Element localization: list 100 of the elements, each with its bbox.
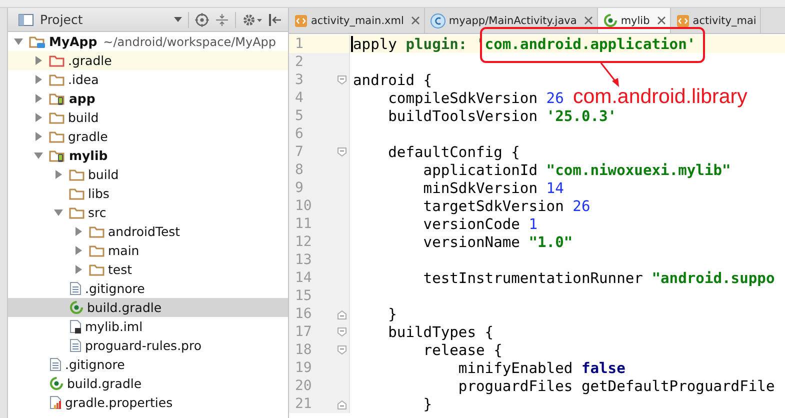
- line-number: 13: [289, 251, 335, 269]
- expand-arrow-icon[interactable]: [34, 94, 42, 103]
- folder-icon: [49, 130, 65, 144]
- folder-icon: [49, 54, 65, 68]
- expand-arrow-icon[interactable]: [34, 113, 42, 122]
- line-number: 21: [289, 395, 335, 413]
- line-number: 20: [289, 377, 335, 395]
- close-icon[interactable]: [584, 16, 593, 25]
- code-line: applicationId "com.niwoxuexi.mylib": [422, 162, 731, 178]
- tree-item[interactable]: build.gradle: [8, 298, 288, 317]
- class-file-icon: [430, 12, 446, 28]
- folder-icon: [69, 206, 85, 220]
- close-icon[interactable]: [656, 16, 666, 25]
- gradle-file-icon: [69, 300, 84, 315]
- tree-item[interactable]: build.gradle: [8, 374, 288, 393]
- line-number: 12: [289, 233, 335, 251]
- code-line: buildToolsVersion '25.0.3': [387, 108, 617, 124]
- line-number: 14: [289, 269, 335, 287]
- dropdown-caret-icon[interactable]: [174, 16, 182, 22]
- locate-icon[interactable]: [195, 12, 209, 26]
- fold-marker-icon[interactable]: [337, 146, 347, 158]
- code-line: defaultConfig {: [387, 144, 520, 160]
- tree-item[interactable]: androidTest: [8, 222, 288, 241]
- tree-item[interactable]: mylib: [8, 146, 288, 165]
- tree-item[interactable]: .gradle: [8, 51, 288, 70]
- settings-icon[interactable]: [242, 12, 262, 26]
- code-line: }: [422, 396, 432, 412]
- item-label: build: [68, 110, 99, 125]
- expand-arrow-icon[interactable]: [54, 170, 62, 179]
- item-label: .gradle: [68, 53, 112, 68]
- tree-item[interactable]: MyApp ~/android/workspace/MyApp: [8, 32, 288, 51]
- tree-item[interactable]: test: [8, 260, 288, 279]
- fold-marker-icon[interactable]: [337, 344, 347, 356]
- code-line: }: [387, 306, 397, 322]
- code-line: testInstrumentationRunner "android.suppo: [422, 270, 775, 286]
- folder-icon: [69, 168, 85, 182]
- expand-arrow-icon[interactable]: [74, 227, 82, 236]
- gradle-file-icon: [602, 13, 618, 28]
- line-number: 8: [289, 161, 335, 179]
- collapse-arrow-icon[interactable]: [34, 151, 42, 160]
- tree-item[interactable]: app: [8, 89, 288, 108]
- collapse-arrow-icon[interactable]: [14, 37, 22, 46]
- collapse-all-icon[interactable]: [215, 12, 229, 26]
- line-number: 2: [289, 53, 335, 71]
- xml-file-icon: [294, 14, 308, 28]
- tree-item[interactable]: .idea: [8, 70, 288, 89]
- gradle-file-icon: [49, 376, 64, 391]
- line-number: 10: [289, 197, 335, 215]
- text-file-icon: [69, 281, 82, 296]
- line-number: 16: [289, 305, 335, 323]
- xml-file-icon: [676, 14, 690, 28]
- tree-item[interactable]: .gitignore: [8, 355, 288, 374]
- fold-end-marker-icon[interactable]: [337, 398, 347, 410]
- item-label: gradle.properties: [65, 395, 173, 410]
- module-folder-icon: [49, 92, 66, 106]
- item-label: gradle: [68, 129, 108, 144]
- item-label: src: [88, 205, 106, 220]
- expand-arrow-icon[interactable]: [74, 265, 82, 274]
- expand-arrow-icon[interactable]: [34, 75, 42, 84]
- hide-panel-icon[interactable]: [268, 12, 282, 26]
- tree-item[interactable]: build: [8, 165, 288, 184]
- tree-item[interactable]: mylib.iml: [8, 317, 288, 336]
- tree-item[interactable]: proguard-rules.pro: [8, 336, 288, 355]
- item-label: main: [108, 243, 140, 258]
- code-line: versionCode 1: [422, 216, 538, 232]
- tree-item[interactable]: build: [8, 108, 288, 127]
- item-label: MyApp: [49, 34, 98, 49]
- expand-arrow-icon[interactable]: [34, 56, 42, 65]
- item-label: androidTest: [108, 224, 180, 239]
- expand-arrow-icon[interactable]: [74, 246, 82, 255]
- folder-icon: [89, 224, 105, 238]
- folder-icon: [49, 72, 65, 86]
- tree-item[interactable]: gradle: [8, 127, 288, 146]
- fold-marker-icon[interactable]: [337, 74, 347, 86]
- project-path: ~/android/workspace/MyApp: [103, 34, 276, 48]
- tree-item[interactable]: gradle.properties: [8, 393, 288, 412]
- panel-title: Project: [40, 12, 83, 27]
- tree-item[interactable]: src: [8, 203, 288, 222]
- folder-icon: [49, 110, 65, 124]
- tree-item[interactable]: libs: [8, 184, 288, 203]
- code-line: targetSdkVersion 26: [422, 198, 590, 214]
- line-number: 18: [289, 341, 335, 359]
- tree-item[interactable]: .gitignore: [8, 279, 288, 298]
- collapse-arrow-icon[interactable]: [54, 208, 62, 217]
- module-file-icon: [69, 319, 82, 334]
- code-line: proguardFiles getDefaultProguardFile: [457, 378, 775, 394]
- project-window-icon: [18, 12, 34, 26]
- item-label: build: [88, 167, 119, 182]
- close-icon[interactable]: [410, 16, 420, 25]
- text-caret: [351, 36, 353, 52]
- fold-marker-icon[interactable]: [337, 326, 347, 338]
- item-label: test: [108, 262, 132, 277]
- editor-tab[interactable]: mylib: [598, 8, 671, 33]
- line-number: 5: [289, 107, 335, 125]
- expand-arrow-icon[interactable]: [34, 132, 42, 141]
- code-line: buildTypes {: [387, 324, 494, 340]
- line-number: 6: [289, 125, 335, 143]
- code-line: compileSdkVersion 26: [387, 90, 564, 106]
- fold-end-marker-icon[interactable]: [337, 308, 347, 320]
- tree-item[interactable]: main: [8, 241, 288, 260]
